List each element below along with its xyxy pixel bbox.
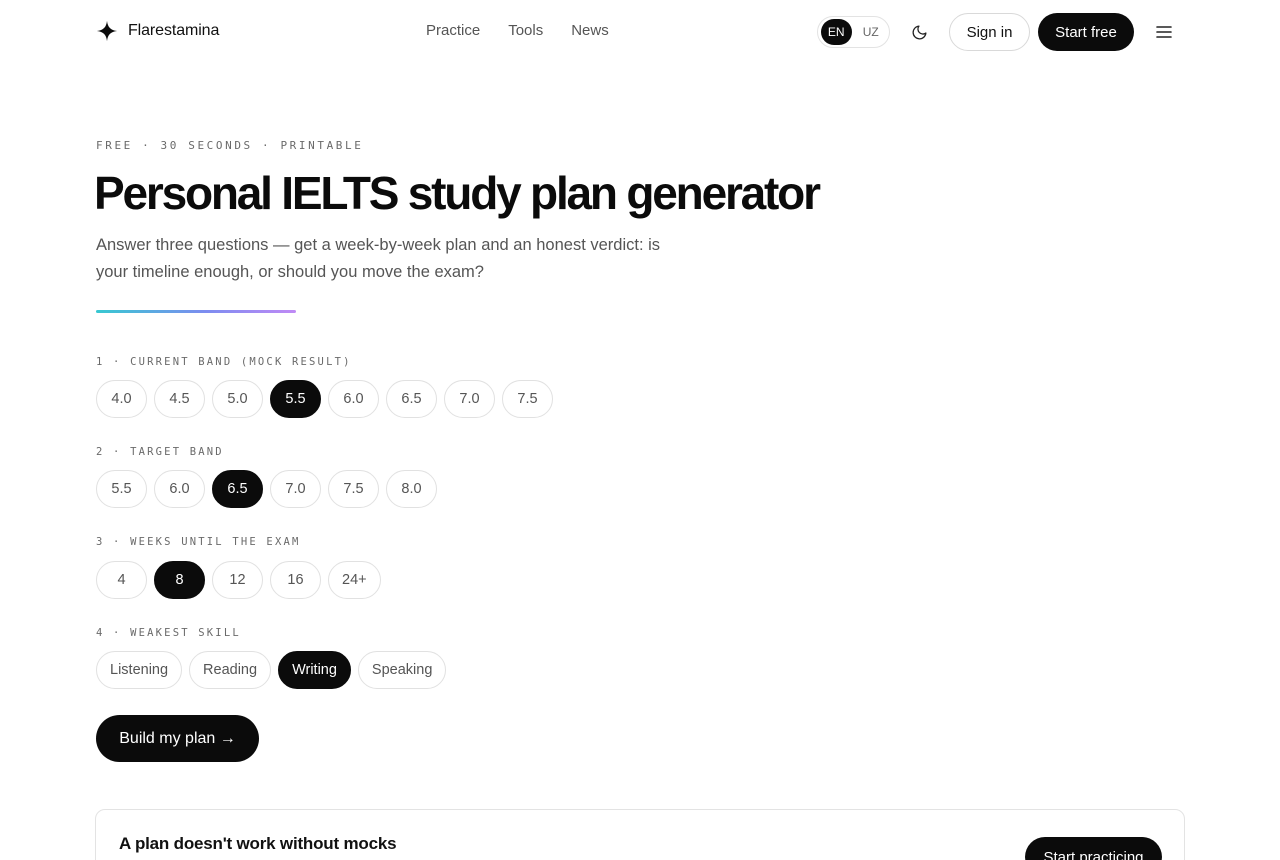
current-band-options: 4.0 4.5 5.0 5.5 6.0 6.5 7.0 7.5 <box>96 380 553 418</box>
nav-tools[interactable]: Tools <box>508 22 543 39</box>
option-pill[interactable]: Writing <box>278 651 351 689</box>
accent-divider <box>96 310 296 313</box>
main-nav: Practice Tools News <box>426 22 609 39</box>
brand-name: Flarestamina <box>128 22 220 39</box>
page-title: Personal IELTS study plan generator <box>94 167 821 219</box>
hero-eyebrow: FREE · 30 SECONDS · PRINTABLE <box>96 139 364 152</box>
theme-toggle-button[interactable] <box>906 19 932 45</box>
option-pill[interactable]: 5.0 <box>212 380 263 418</box>
option-pill[interactable]: 6.0 <box>154 470 205 508</box>
option-pill[interactable]: Listening <box>96 651 183 689</box>
option-pill[interactable]: 8.0 <box>386 470 437 508</box>
option-pill[interactable]: 7.0 <box>444 380 495 418</box>
page-subtitle: Answer three questions — get a week-by-w… <box>96 236 661 281</box>
option-pill[interactable]: 4.5 <box>154 380 205 418</box>
option-pill[interactable]: 8 <box>154 561 205 599</box>
question-1-label: 1 · CURRENT BAND (MOCK RESULT) <box>96 356 352 368</box>
promo-card-title: A plan doesn't work without mocks <box>119 834 397 853</box>
option-pill[interactable]: Speaking <box>357 651 447 689</box>
option-pill[interactable]: 6.0 <box>328 380 379 418</box>
sparkle-icon <box>96 20 118 42</box>
start-free-button[interactable]: Start free <box>1038 13 1134 51</box>
option-pill[interactable]: Reading <box>189 651 272 689</box>
option-pill[interactable]: 24+ <box>328 561 381 599</box>
option-pill[interactable]: 7.0 <box>270 470 321 508</box>
question-2-label: 2 · TARGET BAND <box>96 446 224 458</box>
option-pill[interactable]: 4 <box>96 561 147 599</box>
build-plan-button[interactable]: Build my plan → <box>96 715 259 762</box>
start-practicing-button[interactable]: Start practicing <box>1025 837 1162 860</box>
lang-en-button[interactable]: EN <box>821 19 852 45</box>
language-switcher: EN UZ <box>817 16 890 48</box>
option-pill[interactable]: 7.5 <box>502 380 553 418</box>
option-pill[interactable]: 5.5 <box>270 380 321 418</box>
question-4-label: 4 · WEAKEST SKILL <box>96 627 241 639</box>
promo-card: A plan doesn't work without mocks Start … <box>95 809 1185 860</box>
moon-icon <box>912 24 927 39</box>
lang-uz-button[interactable]: UZ <box>856 19 887 45</box>
target-band-options: 5.5 6.0 6.5 7.0 7.5 8.0 <box>96 470 437 508</box>
question-3-label: 3 · WEEKS UNTIL THE EXAM <box>96 536 301 548</box>
sign-in-button[interactable]: Sign in <box>949 13 1030 51</box>
weakest-skill-options: Listening Reading Writing Speaking <box>96 651 447 689</box>
menu-button[interactable] <box>1152 20 1176 44</box>
option-pill[interactable]: 7.5 <box>328 470 379 508</box>
brand-logo[interactable]: Flarestamina <box>96 20 219 42</box>
site-header: Flarestamina Practice Tools News EN UZ S… <box>0 0 1280 64</box>
option-pill[interactable]: 5.5 <box>96 470 147 508</box>
hamburger-menu-icon <box>1156 26 1172 38</box>
option-pill[interactable]: 6.5 <box>386 380 437 418</box>
nav-news[interactable]: News <box>571 22 609 39</box>
option-pill[interactable]: 6.5 <box>212 470 263 508</box>
nav-practice[interactable]: Practice <box>426 22 480 39</box>
weeks-options: 4 8 12 16 24+ <box>96 561 381 599</box>
option-pill[interactable]: 4.0 <box>96 380 147 418</box>
option-pill[interactable]: 16 <box>270 561 321 599</box>
option-pill[interactable]: 12 <box>212 561 263 599</box>
